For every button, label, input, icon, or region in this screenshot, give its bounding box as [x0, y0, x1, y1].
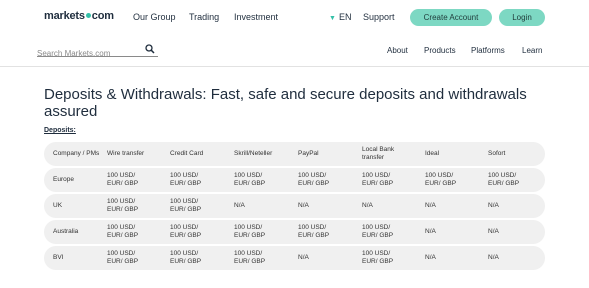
table-cell: 100 USD/ EUR/ GBP: [107, 172, 139, 187]
header-cell: Sofort: [488, 150, 506, 157]
search-input[interactable]: [37, 47, 137, 60]
table-cell: 100 USD/ EUR/ GBP: [362, 250, 394, 265]
region-cell: BVI: [53, 254, 64, 261]
nav-our-group[interactable]: Our Group: [133, 12, 176, 22]
header-cell: Credit Card: [170, 150, 204, 157]
header-cell: Skrill/Neteller: [234, 150, 273, 157]
table-cell: N/A: [362, 202, 373, 209]
markets-com-logo[interactable]: markets com: [44, 10, 114, 22]
table-cell: 100 USD/ EUR/ GBP: [362, 224, 394, 239]
site-header: markets com Our Group Trading Investment …: [0, 0, 589, 67]
table-cell: 100 USD/ EUR/ GBP: [488, 172, 520, 187]
table-cell: 100 USD/ EUR/ GBP: [107, 198, 139, 213]
table-cell: N/A: [488, 202, 499, 209]
region-cell: Australia: [53, 228, 79, 235]
table-row: Australia 100 USD/ EUR/ GBP 100 USD/ EUR…: [44, 220, 545, 244]
table-cell: 100 USD/ EUR/ GBP: [107, 224, 139, 239]
region-cell: UK: [53, 202, 63, 209]
table-cell: 100 USD/ EUR/ GBP: [234, 172, 266, 187]
table-cell: N/A: [298, 202, 309, 209]
table-cell: 100 USD/ EUR/ GBP: [170, 224, 202, 239]
create-account-button[interactable]: Create Account: [410, 9, 492, 26]
login-button[interactable]: Login: [499, 9, 545, 26]
region-cell: Europe: [53, 176, 74, 183]
subnav-learn[interactable]: Learn: [522, 46, 542, 55]
table-cell: N/A: [425, 202, 436, 209]
table-cell: N/A: [488, 254, 499, 261]
header-cell: Local Bank transfer: [362, 146, 395, 161]
deposits-section-label: Deposits:: [44, 127, 76, 134]
logo-dot-icon: [85, 13, 91, 19]
table-cell: 100 USD/ EUR/ GBP: [107, 250, 139, 265]
subnav-about[interactable]: About: [387, 46, 408, 55]
table-cell: N/A: [298, 254, 309, 261]
table-cell: 100 USD/ EUR/ GBP: [425, 172, 457, 187]
header-cell: Ideal: [425, 150, 440, 157]
table-row: Europe 100 USD/ EUR/ GBP 100 USD/ EUR/ G…: [44, 168, 545, 192]
subnav-platforms[interactable]: Platforms: [471, 46, 505, 55]
search-icon[interactable]: [145, 44, 155, 54]
nav-trading[interactable]: Trading: [189, 12, 219, 22]
table-cell: 100 USD/ EUR/ GBP: [170, 250, 202, 265]
table-row: BVI 100 USD/ EUR/ GBP 100 USD/ EUR/ GBP …: [44, 246, 545, 270]
language-selector[interactable]: ▼ EN: [329, 12, 351, 22]
table-cell: N/A: [425, 228, 436, 235]
table-cell: N/A: [488, 228, 499, 235]
table-cell: 100 USD/ EUR/ GBP: [234, 224, 266, 239]
page-title: Deposits & Withdrawals: Fast, safe and s…: [44, 86, 527, 120]
header-cell: PayPal: [298, 150, 319, 157]
deposits-table: Company / PMs Wire transfer Credit Card …: [44, 142, 545, 272]
table-cell: N/A: [234, 202, 245, 209]
table-cell: 100 USD/ EUR/ GBP: [170, 172, 202, 187]
nav-support[interactable]: Support: [363, 12, 395, 22]
table-cell: 100 USD/ EUR/ GBP: [298, 172, 330, 187]
caret-down-icon: ▼: [329, 15, 336, 22]
nav-investment[interactable]: Investment: [234, 12, 278, 22]
table-header-row: Company / PMs Wire transfer Credit Card …: [44, 142, 545, 166]
table-cell: 100 USD/ EUR/ GBP: [362, 172, 394, 187]
header-cell: Wire transfer: [107, 150, 145, 157]
search-box: [37, 43, 158, 60]
subnav-products[interactable]: Products: [424, 46, 456, 55]
table-cell: N/A: [425, 254, 436, 261]
table-cell: 100 USD/ EUR/ GBP: [234, 250, 266, 265]
header-cell: Company / PMs: [53, 150, 100, 157]
table-cell: 100 USD/ EUR/ GBP: [170, 198, 202, 213]
table-cell: 100 USD/ EUR/ GBP: [298, 224, 330, 239]
table-row: UK 100 USD/ EUR/ GBP 100 USD/ EUR/ GBP N…: [44, 194, 545, 218]
